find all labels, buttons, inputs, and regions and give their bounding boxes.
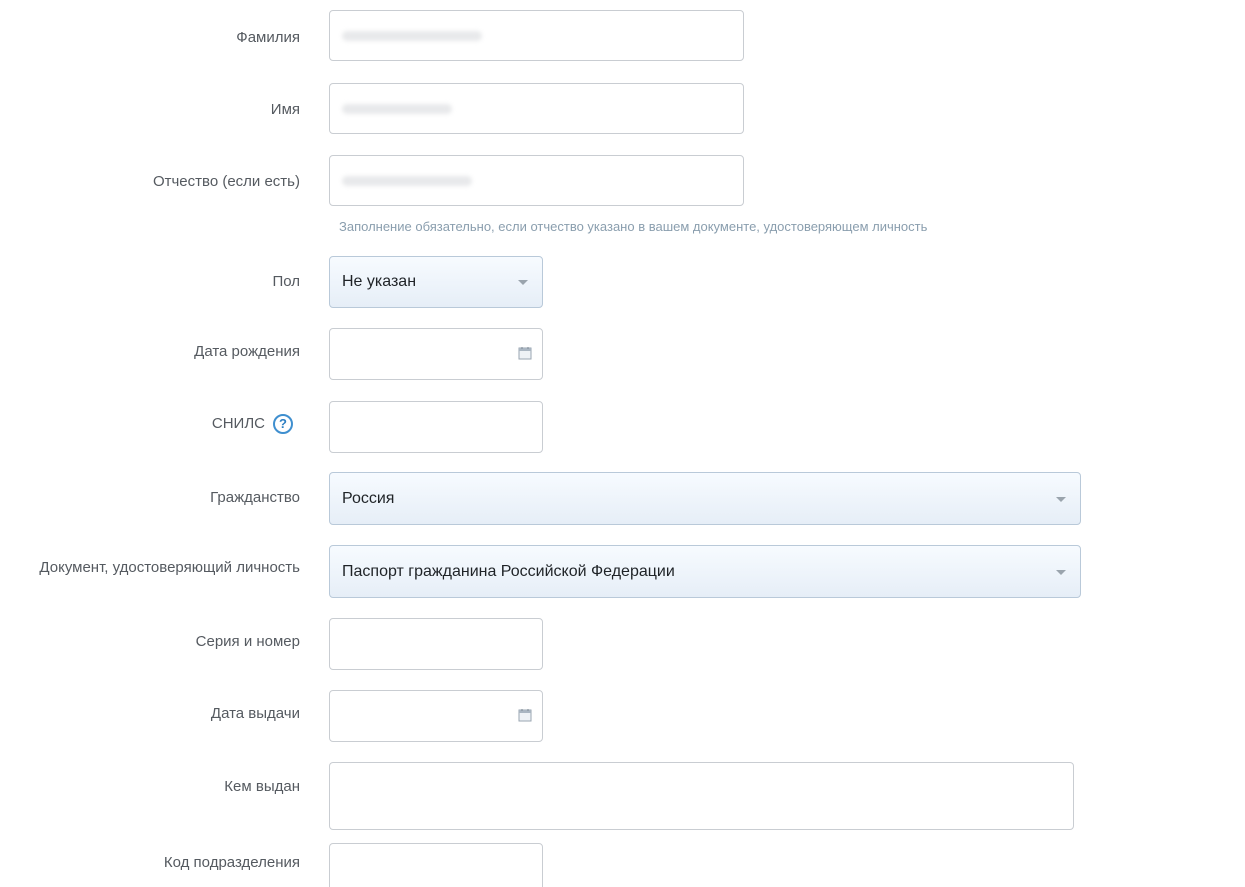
issued-by-textarea[interactable] [329,762,1074,830]
calendar-icon[interactable] [518,708,532,722]
gender-value: Не указан [342,273,417,290]
blurred-value [342,175,472,186]
issued-by-label: Кем выдан [224,778,300,795]
snils-label: СНИЛС [211,415,265,432]
gender-label: Пол [272,273,300,290]
chevron-down-icon [1056,496,1066,502]
series-number-input[interactable] [329,618,543,670]
snils-input[interactable] [329,401,543,453]
division-code-input[interactable] [329,843,543,887]
blurred-value [342,103,452,114]
patronymic-label: Отчество (если есть) [152,173,300,190]
last-name-label: Фамилия [236,29,300,46]
issue-date-label: Дата выдачи [210,705,300,722]
patronymic-hint: Заполнение обязательно, если отчество ук… [339,219,928,234]
gender-select[interactable]: Не указан [329,256,543,308]
personal-data-form: Фамилия Имя Отчество (если есть) Заполне… [0,0,1245,887]
calendar-icon[interactable] [518,346,532,360]
last-name-input[interactable] [329,10,744,61]
birth-date-input[interactable] [329,328,543,380]
citizenship-select[interactable]: Россия [329,472,1081,525]
chevron-down-icon [518,280,528,285]
patronymic-input[interactable] [329,155,744,206]
issue-date-input[interactable] [329,690,543,742]
identity-document-label: Документ, удостоверяющий личность [39,559,300,576]
blurred-value [342,30,482,41]
first-name-input[interactable] [329,83,744,134]
identity-document-select[interactable]: Паспорт гражданина Российской Федерации [329,545,1081,598]
series-number-label: Серия и номер [195,633,300,650]
chevron-down-icon [1056,569,1066,575]
division-code-label: Код подразделения [163,854,300,871]
birth-date-label: Дата рождения [194,343,300,360]
identity-document-value: Паспорт гражданина Российской Федерации [342,562,675,580]
citizenship-value: Россия [342,489,395,507]
question-circle-icon[interactable]: ? [273,414,293,434]
first-name-label: Имя [270,101,300,118]
citizenship-label: Гражданство [210,489,300,506]
